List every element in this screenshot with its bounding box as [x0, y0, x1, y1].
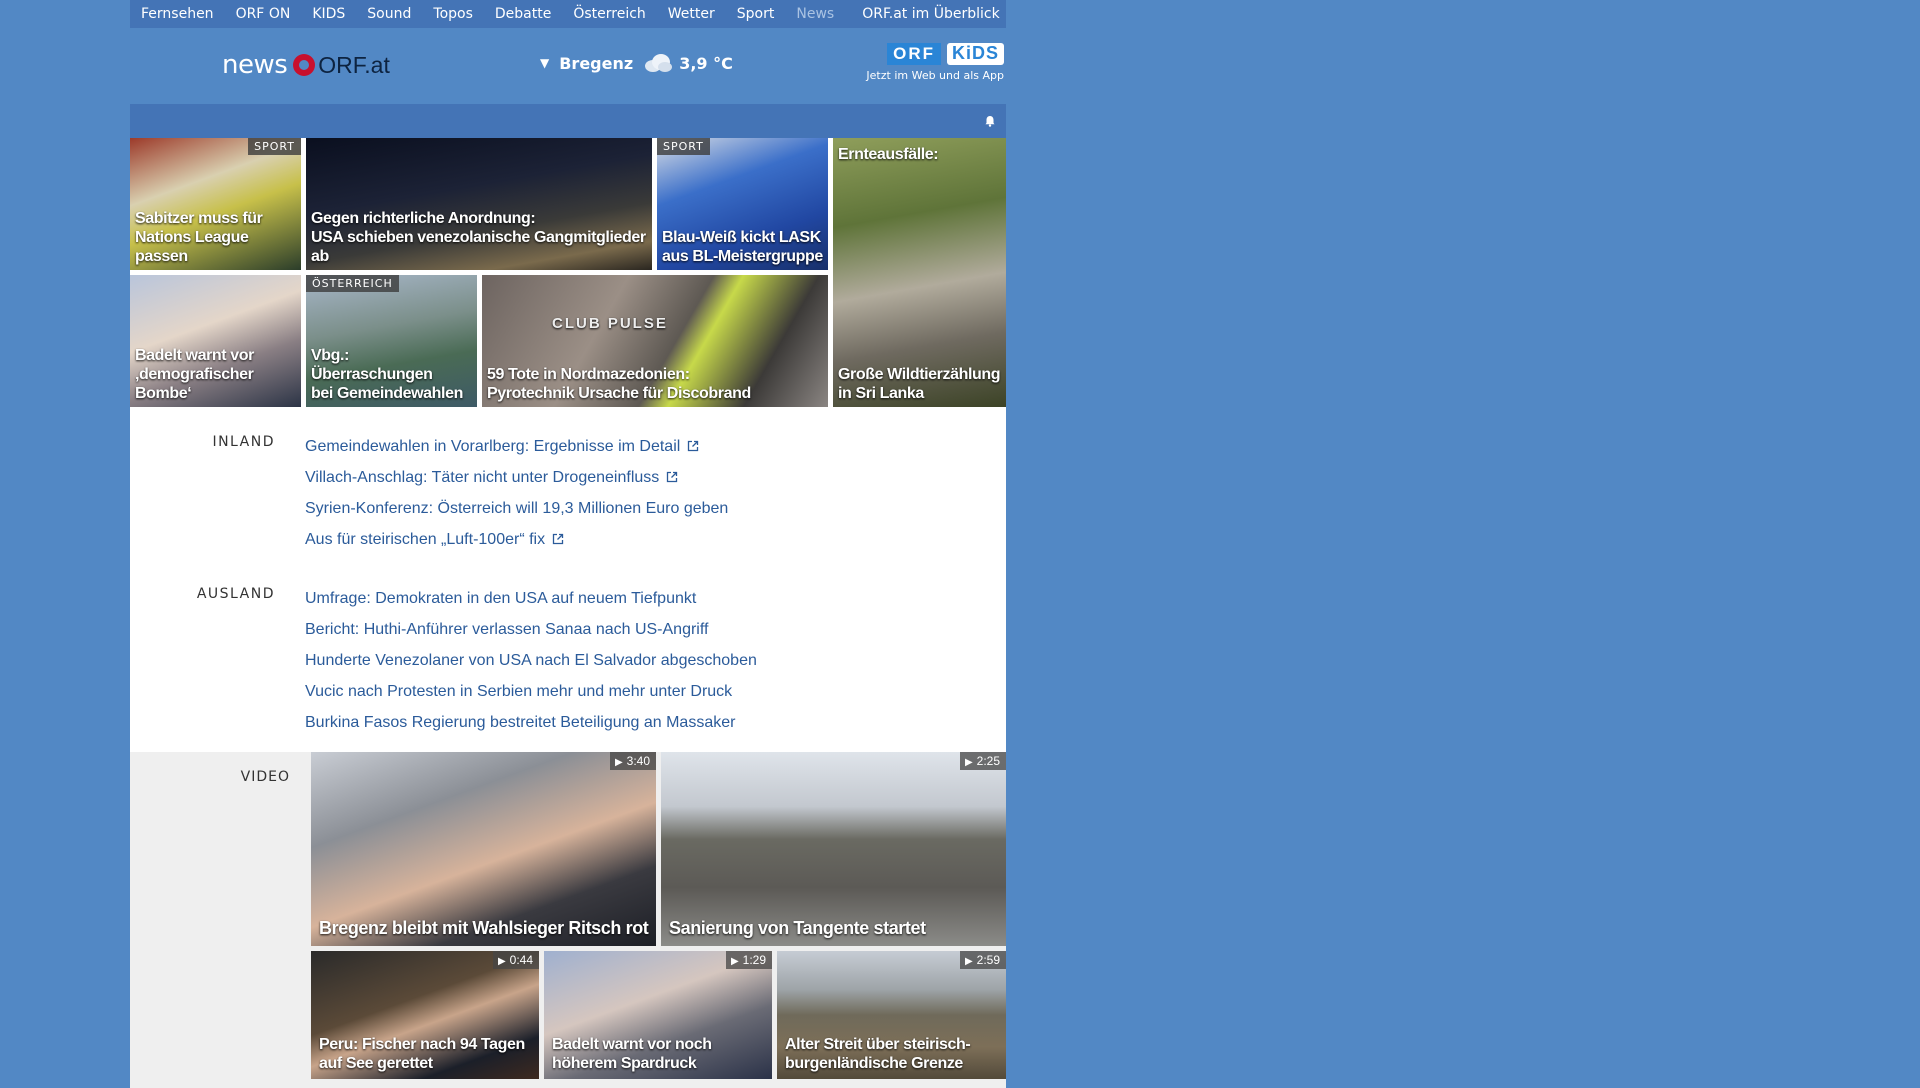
external-link-icon [667, 471, 678, 483]
video-caption: Bregenz bleibt mit Wahlsieger Ritsch rot [319, 918, 649, 938]
section-inland: INLAND Gemeindewahlen in Vorarlberg: Erg… [130, 431, 1006, 555]
nav-item-orf-on[interactable]: ORF ON [225, 6, 302, 22]
section-label: VIDEO [240, 769, 290, 785]
video-caption: Badelt warnt vor noch höherem Spardruck [552, 1036, 712, 1072]
teaser-caption: 59 Tote in Nordmazedonien: Pyrotechnik Ur… [487, 366, 751, 402]
teaser-caption-kicker: Ernteausfälle: [838, 146, 939, 163]
video-caption: Sanierung von Tangente startet [669, 918, 926, 938]
nav-item-sound[interactable]: Sound [356, 6, 422, 22]
story-link[interactable]: Villach-Anschlag: Täter nicht unter Drog… [305, 462, 728, 493]
bell-icon[interactable] [984, 115, 996, 127]
video-duration: ▶ 3:40 [609, 752, 656, 770]
orf-badge: ORF [887, 43, 941, 65]
teaser-caption: Blau-Weiß kickt LASK aus BL-Meistergruppe [662, 229, 823, 265]
club-sign: CLUB PULSE [552, 315, 668, 332]
weather-widget[interactable]: ▼ Bregenz 3,9 °C [540, 53, 733, 73]
video-duration: ▶ 2:59 [959, 951, 1006, 969]
nav-item-debatte[interactable]: Debatte [484, 6, 562, 22]
nav-overview-link[interactable]: ORF.at im Überblick [851, 6, 1010, 22]
teaser-label: SPORT [657, 138, 710, 155]
orf-kids-promo[interactable]: ORF KiDS Jetzt im Web und als App [866, 43, 1004, 82]
external-link-icon [552, 533, 564, 545]
teaser-caption: Badelt warnt vor ‚demografischer Bombe‘ [135, 347, 254, 402]
teaser-vbg-gemeindewahlen[interactable]: ÖSTERREICH Vbg.: Überraschungen bei Gemei… [306, 275, 477, 407]
nav-item-news[interactable]: News [785, 6, 845, 22]
play-icon: ▶ [497, 956, 506, 967]
video-tile[interactable]: ▶ 0:44 Peru: Fischer nach 94 Tagen auf See… [311, 951, 539, 1079]
teaser-label: ÖSTERREICH [306, 275, 399, 292]
weather-temperature: 3,9 °C [679, 53, 733, 73]
teaser-label: SPORT [248, 138, 301, 155]
story-link[interactable]: Vucic nach Protesten in Serbien mehr und… [305, 676, 757, 707]
story-link[interactable]: Bericht: Huthi-Anführer verlassen Sanaa … [305, 614, 757, 645]
logo-news-text: news [222, 50, 288, 80]
video-section: VIDEO ▶ 3:40 Bregenz bleibt mit Wahlsiege… [130, 752, 1006, 1088]
page-container: Fernsehen ORF ON KIDS Sound Topos Debatt… [130, 0, 1006, 1088]
teaser-nordmazedonien[interactable]: CLUB PULSE 59 Tote in Nordmazedonien: Pyr… [482, 275, 828, 407]
teaser-wildtierzaehlung[interactable]: Ernteausfälle: Große Wildtierzählung in S… [833, 138, 1006, 407]
news-lists: INLAND Gemeindewahlen in Vorarlberg: Erg… [130, 411, 1006, 752]
video-caption: Peru: Fischer nach 94 Tagen auf See geret… [319, 1036, 525, 1072]
teaser-caption: Vbg.: Überraschungen bei Gemeindewahlen [311, 347, 463, 402]
header-strip [130, 104, 1006, 138]
section-label: AUSLAND [196, 586, 275, 602]
play-icon: ▶ [964, 956, 973, 967]
page: Fernsehen ORF ON KIDS Sound Topos Debatt… [0, 0, 1920, 1088]
video-duration: ▶ 0:44 [492, 951, 539, 969]
story-link[interactable]: Aus für steirischen „Luft-100er“ fix [305, 524, 728, 555]
play-icon: ▶ [614, 757, 623, 768]
teaser-caption: Große Wildtierzählung in Sri Lanka [838, 366, 1001, 402]
story-link[interactable]: Gemeindewahlen in Vorarlberg: Ergebnisse… [305, 431, 728, 462]
nav-item-sport[interactable]: Sport [726, 6, 786, 22]
logo-orf-text: ORF.at [318, 51, 390, 78]
teaser-blau-weiss[interactable]: SPORT Blau-Weiß kickt LASK aus BL-Meister… [657, 138, 828, 270]
nav-item-kids[interactable]: KIDS [301, 6, 356, 22]
nav-item-fernsehen[interactable]: Fernsehen [130, 6, 225, 22]
video-duration: ▶ 2:25 [959, 752, 1006, 770]
caret-down-icon[interactable]: ▼ [540, 56, 549, 70]
teaser-caption: Sabitzer muss für Nations League passen [135, 210, 263, 265]
teaser-badelt-bombe[interactable]: Badelt warnt vor ‚demografischer Bombe‘ [130, 275, 301, 407]
play-icon: ▶ [730, 956, 739, 967]
video-tile[interactable]: ▶ 2:25 Sanierung von Tangente startet [661, 752, 1006, 946]
section-label: INLAND [212, 434, 275, 450]
nav-item-wetter[interactable]: Wetter [657, 6, 726, 22]
site-header: news ORF.at ▼ Bregenz 3,9 °C ORF KiDS Je… [130, 28, 1006, 104]
story-link[interactable]: Burkina Fasos Regierung bestreitet Betei… [305, 707, 757, 738]
teaser-caption: Gegen richterliche Anordnung: USA schiebe… [311, 210, 646, 265]
teaser-sabitzer[interactable]: SPORT Sabitzer muss für Nations League pa… [130, 138, 301, 270]
story-link[interactable]: Syrien-Konferenz: Österreich will 19,3 M… [305, 493, 728, 524]
top-stories-grid: SPORT Sabitzer muss für Nations League pa… [130, 138, 1006, 411]
video-caption: Alter Streit über steirisch-burgenländis… [785, 1036, 971, 1072]
cloud-icon [645, 54, 673, 72]
orf-ring-icon [293, 54, 316, 76]
weather-city: Bregenz [559, 53, 634, 73]
section-ausland: AUSLAND Umfrage: Demokraten in den USA a… [130, 583, 1006, 738]
play-icon: ▶ [964, 757, 973, 768]
video-tile[interactable]: ▶ 2:59 Alter Streit über steirisch-burgen… [777, 951, 1006, 1079]
orf-top-nav: Fernsehen ORF ON KIDS Sound Topos Debatt… [130, 0, 1006, 28]
nav-item-topos[interactable]: Topos [422, 6, 483, 22]
nav-item-oesterreich[interactable]: Österreich [562, 6, 656, 22]
teaser-usa-venezuela[interactable]: Gegen richterliche Anordnung: USA schiebe… [306, 138, 652, 270]
story-link[interactable]: Hunderte Venezolaner von USA nach El Sal… [305, 645, 757, 676]
video-tile[interactable]: ▶ 1:29 Badelt warnt vor noch höherem Spard… [544, 951, 772, 1079]
external-link-icon [688, 440, 699, 452]
story-link[interactable]: Umfrage: Demokraten in den USA auf neuem… [305, 583, 757, 614]
kids-tagline: Jetzt im Web und als App [866, 69, 1004, 82]
news-orf-logo[interactable]: news ORF.at [222, 50, 390, 80]
video-tile[interactable]: ▶ 3:40 Bregenz bleibt mit Wahlsieger Rits… [311, 752, 656, 946]
video-duration: ▶ 1:29 [725, 951, 772, 969]
kids-badge: KiDS [946, 43, 1004, 65]
